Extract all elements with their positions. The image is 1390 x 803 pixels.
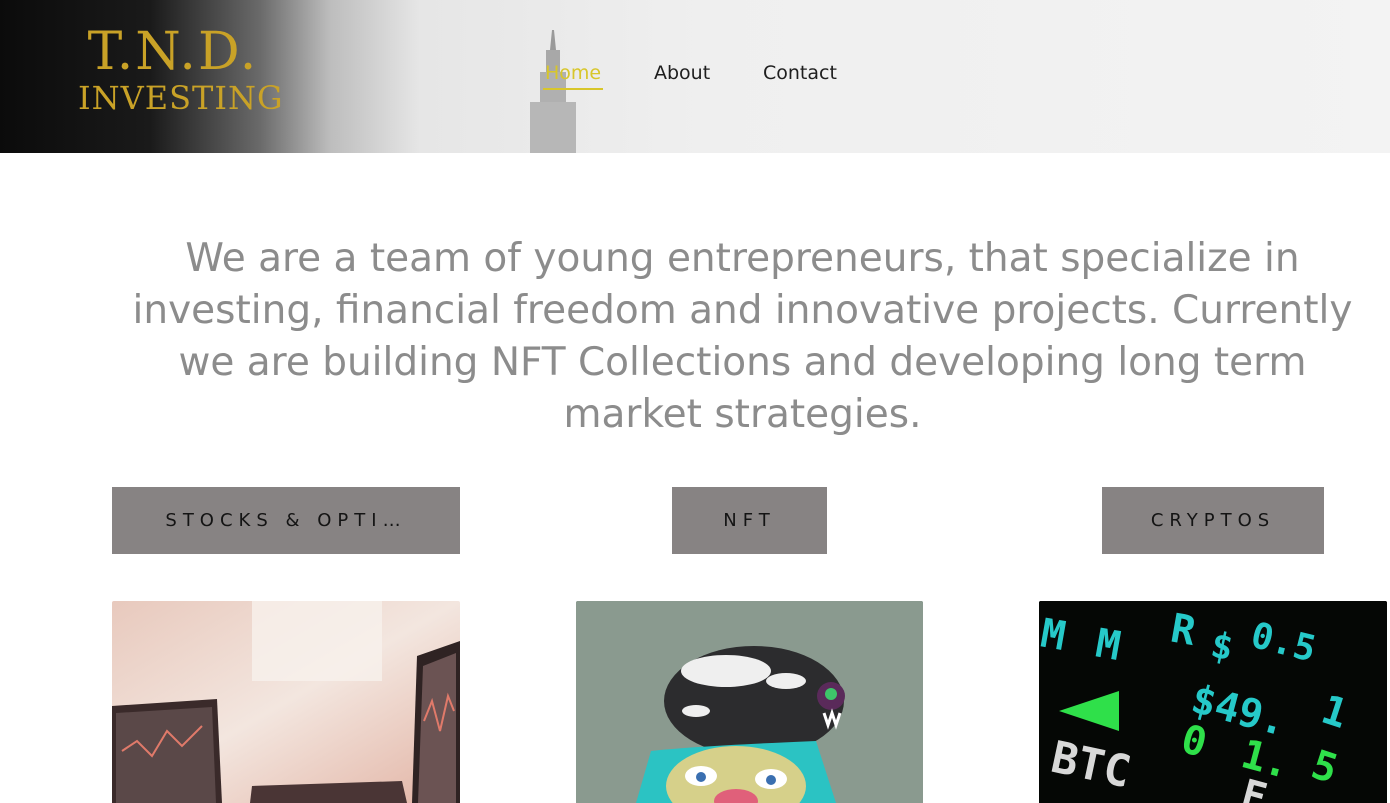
crypto-ticker-board-image: M M R $ 0.5 $49. 1 0 1. 5 BTC E bbox=[1039, 601, 1387, 803]
nav-home-link[interactable]: Home bbox=[542, 60, 604, 90]
cryptos-tile[interactable]: M M R $ 0.5 $49. 1 0 1. 5 BTC E bbox=[1039, 601, 1387, 803]
logo-line-2: INVESTING bbox=[78, 79, 284, 117]
site-logo[interactable]: T.N.D. INVESTING bbox=[78, 22, 284, 117]
stocks-options-button[interactable]: STOCKS & OPTI… bbox=[112, 487, 460, 554]
cryptos-button[interactable]: CRYPTOS bbox=[1102, 487, 1324, 554]
stocks-tile[interactable] bbox=[112, 601, 460, 803]
nft-button[interactable]: NFT bbox=[672, 487, 827, 554]
skyscraper-background-image bbox=[530, 30, 576, 153]
laptop-charts-image bbox=[112, 601, 460, 803]
nav-about-link[interactable]: About bbox=[654, 60, 710, 86]
nft-tile[interactable] bbox=[576, 601, 923, 803]
logo-line-1: T.N.D. bbox=[87, 22, 259, 82]
nft-monkey-pirate-image bbox=[576, 601, 923, 803]
intro-paragraph: We are a team of young entrepreneurs, th… bbox=[132, 236, 1353, 437]
site-header: T.N.D. INVESTING Home About Contact bbox=[0, 0, 1390, 153]
nav-contact-link[interactable]: Contact bbox=[763, 60, 837, 86]
